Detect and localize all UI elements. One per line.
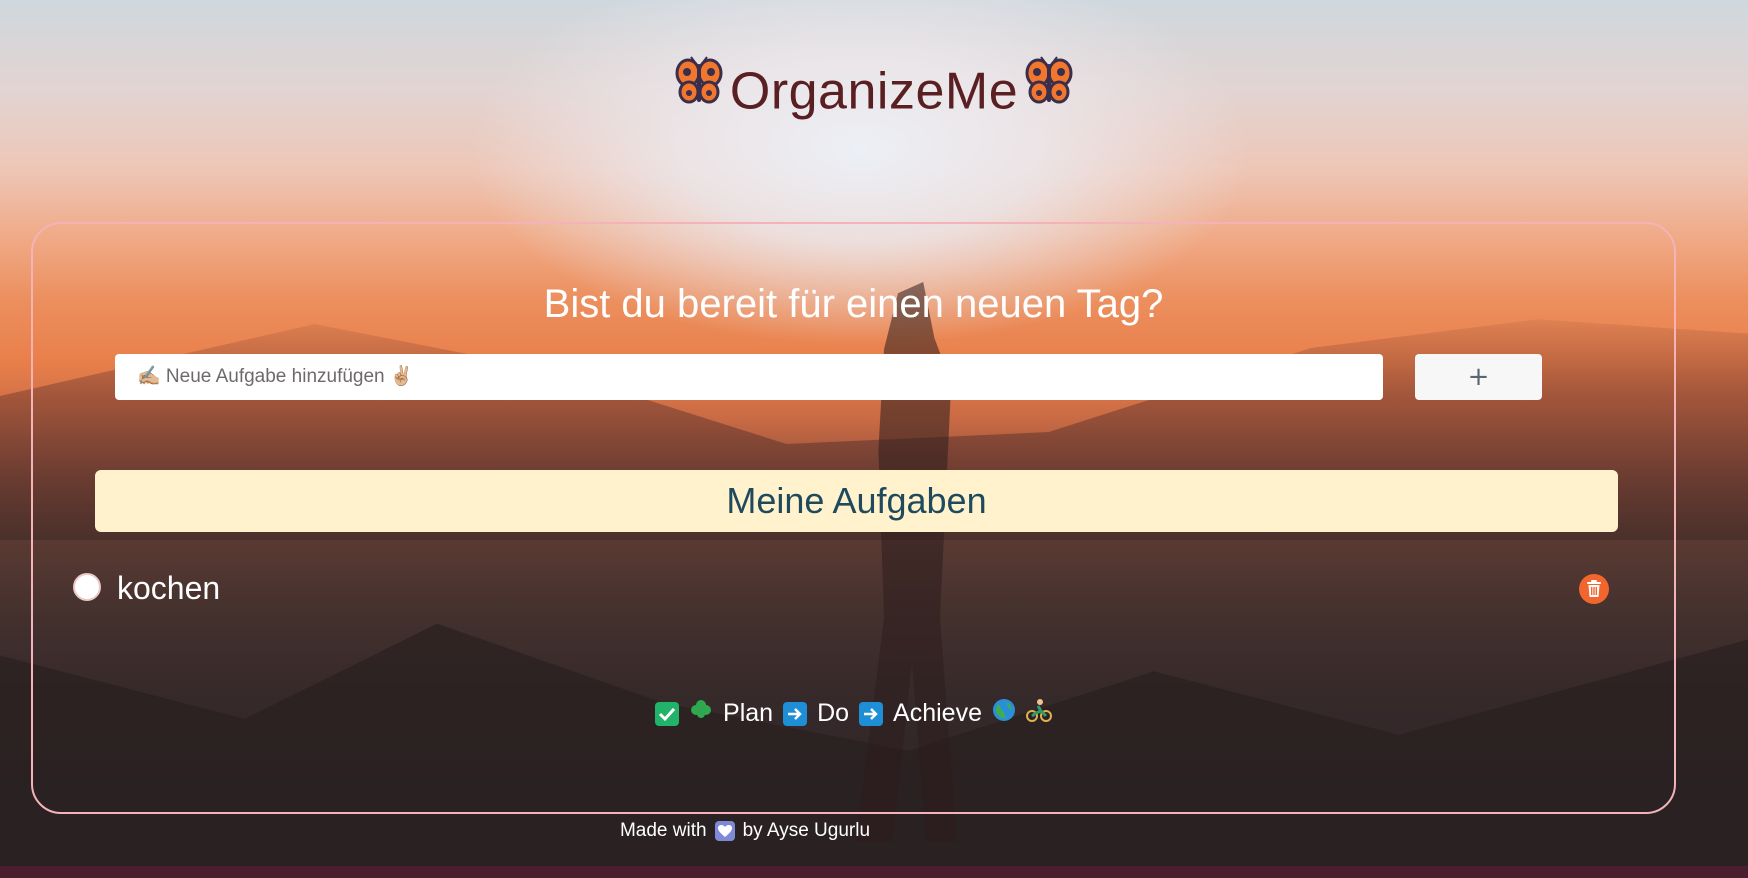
check-mark-icon: [655, 701, 680, 726]
footer-prefix: Made with: [619, 820, 707, 841]
tagline: Plan Do Achieve: [33, 698, 1674, 729]
arrow-right-icon: [859, 701, 884, 726]
card-heading: Bist du bereit für einen neuen Tag?: [543, 282, 1164, 326]
globe-icon: [992, 698, 1016, 729]
cyclist-icon: [1025, 698, 1052, 729]
task-complete-toggle[interactable]: [73, 573, 101, 601]
tagline-plan: Plan: [723, 699, 774, 727]
footer: Made with by Ayse Ugurlu: [0, 820, 1490, 842]
footer-suffix: by Ayse Ugurlu: [742, 820, 871, 841]
task-list: kochen: [73, 568, 1651, 612]
heart-icon: [714, 821, 735, 841]
arrow-right-icon: [783, 701, 808, 726]
delete-task-button[interactable]: [1579, 574, 1609, 604]
my-tasks-header: Meine Aufgaben: [95, 470, 1618, 532]
tagline-do: Do: [817, 699, 850, 727]
clover-icon: [689, 698, 713, 729]
todo-card: Bist du bereit für einen neuen Tag? + Me…: [31, 222, 1676, 814]
trash-icon: [1587, 580, 1601, 597]
tagline-achieve: Achieve: [893, 699, 982, 727]
task-item: kochen: [73, 568, 1651, 612]
butterfly-icon: [1024, 56, 1074, 119]
task-input-container[interactable]: [115, 353, 1383, 401]
app-title-text: OrganizeMe: [729, 62, 1019, 121]
add-task-button[interactable]: +: [1415, 354, 1542, 400]
task-text: kochen: [117, 570, 221, 606]
app-title: OrganizeMe: [0, 56, 1748, 123]
butterfly-icon: [674, 56, 724, 119]
new-task-input[interactable]: [135, 353, 1383, 401]
